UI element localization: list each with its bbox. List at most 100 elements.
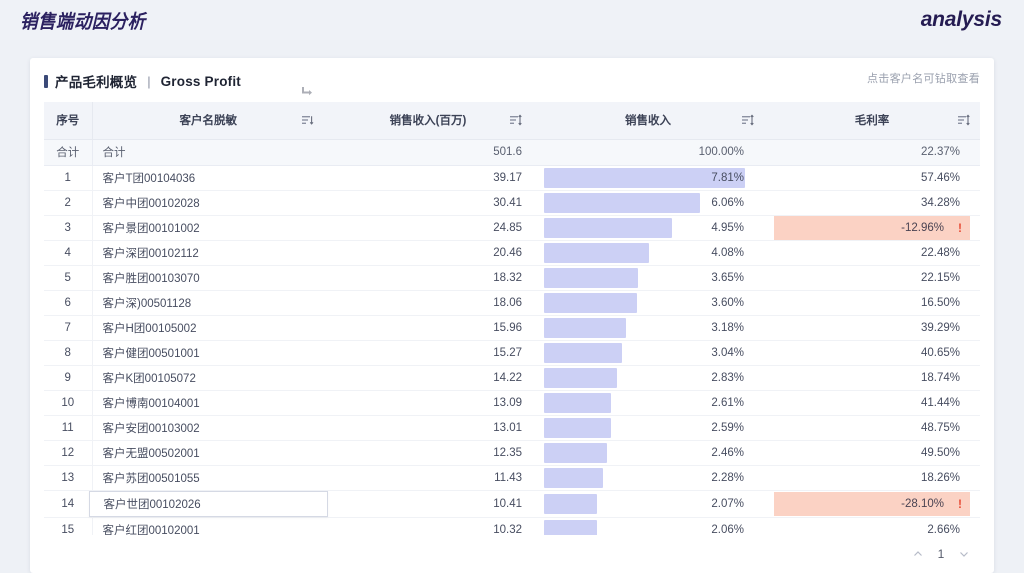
gross-margin-value: -28.10% xyxy=(901,497,944,510)
revenue-share-value: 3.60% xyxy=(711,296,744,309)
brand-logo: analysis xyxy=(920,8,1002,31)
customer-name-cell[interactable]: 客户世团00102026 xyxy=(88,490,328,518)
revenue-share-value: 6.06% xyxy=(711,196,744,209)
revenue-share-cell: 4.95% xyxy=(532,215,764,241)
customer-name-cell[interactable]: 客户中团00102028 xyxy=(92,190,324,216)
sort-icon[interactable] xyxy=(301,114,314,127)
table-row[interactable]: 5 客户胜团00103070 18.32 3.65% 22.15% xyxy=(44,265,980,291)
total-revenue: 501.6 xyxy=(324,139,532,166)
column-header-customer-name-label: 客户名脱敏 xyxy=(179,115,238,128)
total-revenue-share: 100.00% xyxy=(532,139,764,166)
customer-name-cell[interactable]: 客户深)00501128 xyxy=(92,290,324,316)
customer-name-cell[interactable]: 客户博南00104001 xyxy=(92,390,324,416)
customer-name-cell[interactable]: 客户胜团00103070 xyxy=(92,265,324,291)
revenue-share-bar xyxy=(544,442,608,463)
customer-name-label: 客户红团00102001 xyxy=(102,524,200,536)
revenue-share-bar xyxy=(544,242,650,263)
row-index: 9 xyxy=(44,365,93,391)
chevron-down-icon[interactable] xyxy=(956,546,972,562)
table-total-row: 合计 合计 501.6 100.00% 22.37% xyxy=(44,139,980,166)
gross-margin-value: 2.66% xyxy=(927,523,960,536)
table-row[interactable]: 15 客户红团00102001 10.32 2.06% 2.66% xyxy=(44,517,980,535)
table-row[interactable]: 2 客户中团00102028 30.41 6.06% 34.28% xyxy=(44,190,980,216)
table-header-row: 序号 客户名脱敏 销售收入(百万) 销售收入 毛利率 xyxy=(44,102,980,140)
pagination-current-page[interactable]: 1 xyxy=(935,547,947,561)
revenue-share-value: 2.28% xyxy=(711,471,744,484)
gross-margin-cell: 39.29% xyxy=(764,315,980,341)
customer-name-cell[interactable]: 客户无盟00502001 xyxy=(92,440,324,466)
column-header-gross-margin[interactable]: 毛利率 xyxy=(764,102,980,140)
table-row[interactable]: 14 客户世团00102026 10.41 2.07% -28.10%! xyxy=(44,490,980,518)
gross-profit-table: 序号 客户名脱敏 销售收入(百万) 销售收入 毛利率 合计 合计 501.6 1… xyxy=(44,102,980,535)
customer-name-label: 客户H团00105002 xyxy=(102,322,197,335)
revenue-share-cell: 3.65% xyxy=(532,265,764,291)
customer-name-cell[interactable]: 客户T团00104036 xyxy=(92,165,324,191)
revenue-share-value: 4.08% xyxy=(711,246,744,259)
sort-icon[interactable] xyxy=(957,114,970,127)
column-header-index-label: 序号 xyxy=(56,115,80,128)
customer-name-cell[interactable]: 客户H团00105002 xyxy=(92,315,324,341)
revenue-value: 15.27 xyxy=(324,340,532,366)
gross-margin-cell: -12.96%! xyxy=(764,215,980,241)
total-label-name: 合计 xyxy=(92,139,324,166)
table-footer: 1 xyxy=(30,535,994,573)
revenue-share-bar xyxy=(544,317,626,338)
revenue-share-cell: 3.18% xyxy=(532,315,764,341)
chevron-up-icon[interactable] xyxy=(910,546,926,562)
title-accent-bar xyxy=(44,74,48,88)
customer-name-label: 客户深)00501128 xyxy=(102,297,192,310)
column-header-revenue-share[interactable]: 销售收入 xyxy=(532,102,764,140)
table-row[interactable]: 7 客户H团00105002 15.96 3.18% 39.29% xyxy=(44,315,980,341)
customer-name-cell[interactable]: 客户红团00102001 xyxy=(92,517,324,535)
sort-icon[interactable] xyxy=(509,114,522,127)
revenue-share-bar xyxy=(544,367,617,388)
sort-icon[interactable] xyxy=(741,114,754,127)
customer-name-label: 客户苏团00501055 xyxy=(102,472,200,485)
revenue-share-cell: 4.08% xyxy=(532,240,764,266)
customer-name-cell[interactable]: 客户景团00101002 xyxy=(92,215,324,241)
customer-name-cell[interactable]: 客户苏团00501055 xyxy=(92,465,324,491)
table-row[interactable]: 6 客户深)00501128 18.06 3.60% 16.50% xyxy=(44,290,980,316)
revenue-share-value: 4.95% xyxy=(711,221,744,234)
column-header-index[interactable]: 序号 xyxy=(44,102,93,140)
customer-name-label: 客户胜团00103070 xyxy=(102,272,200,285)
revenue-share-cell: 2.83% xyxy=(532,365,764,391)
revenue-share-cell: 2.06% xyxy=(532,517,764,535)
table-row[interactable]: 12 客户无盟00502001 12.35 2.46% 49.50% xyxy=(44,440,980,466)
table-row[interactable]: 3 客户景团00101002 24.85 4.95% -12.96%! xyxy=(44,215,980,241)
revenue-share-cell: 2.28% xyxy=(532,465,764,491)
revenue-value: 11.43 xyxy=(324,465,532,491)
table-row[interactable]: 8 客户健团00501001 15.27 3.04% 40.65% xyxy=(44,340,980,366)
row-index: 6 xyxy=(44,290,93,316)
row-index: 7 xyxy=(44,315,93,341)
revenue-value: 24.85 xyxy=(324,215,532,241)
drill-hint-text: 点击客户名可钻取查看 xyxy=(867,73,980,85)
revenue-value: 13.01 xyxy=(324,415,532,441)
customer-name-cell[interactable]: 客户深团00102112 xyxy=(92,240,324,266)
table-body: 合计 合计 501.6 100.00% 22.37% 1 客户T团00104036 39.17… xyxy=(44,139,980,535)
card-header: 产品毛利概览 | Gross Profit 点击客户名可钻取查看 xyxy=(30,58,994,94)
table-row[interactable]: 4 客户深团00102112 20.46 4.08% 22.48% xyxy=(44,240,980,266)
gross-margin-cell: 16.50% xyxy=(764,290,980,316)
table-row[interactable]: 13 客户苏团00501055 11.43 2.28% 18.26% xyxy=(44,465,980,491)
revenue-value: 10.41 xyxy=(324,490,532,518)
revenue-share-bar xyxy=(544,417,611,438)
customer-name-cell[interactable]: 客户健团00501001 xyxy=(92,340,324,366)
table-row[interactable]: 11 客户安团00103002 13.01 2.59% 48.75% xyxy=(44,415,980,441)
gross-margin-value: 22.48% xyxy=(920,246,960,259)
column-header-customer-name[interactable]: 客户名脱敏 xyxy=(92,102,324,140)
customer-name-cell[interactable]: 客户安团00103002 xyxy=(92,415,324,441)
gross-margin-value: 39.29% xyxy=(920,321,960,334)
customer-name-cell[interactable]: 客户K团00105072 xyxy=(92,365,324,391)
row-index: 1 xyxy=(44,165,93,191)
pagination: 1 xyxy=(910,546,972,562)
table-row[interactable]: 1 客户T团00104036 39.17 7.81% 57.46% xyxy=(44,165,980,191)
customer-name-label: 客户T团00104036 xyxy=(102,172,196,185)
total-label-index: 合计 xyxy=(44,139,93,166)
revenue-share-bar xyxy=(544,342,623,363)
column-header-revenue[interactable]: 销售收入(百万) xyxy=(324,102,532,140)
revenue-share-bar xyxy=(544,493,598,514)
table-row[interactable]: 10 客户博南00104001 13.09 2.61% 41.44% xyxy=(44,390,980,416)
table-row[interactable]: 9 客户K团00105072 14.22 2.83% 18.74% xyxy=(44,365,980,391)
revenue-share-value: 3.18% xyxy=(711,321,744,334)
